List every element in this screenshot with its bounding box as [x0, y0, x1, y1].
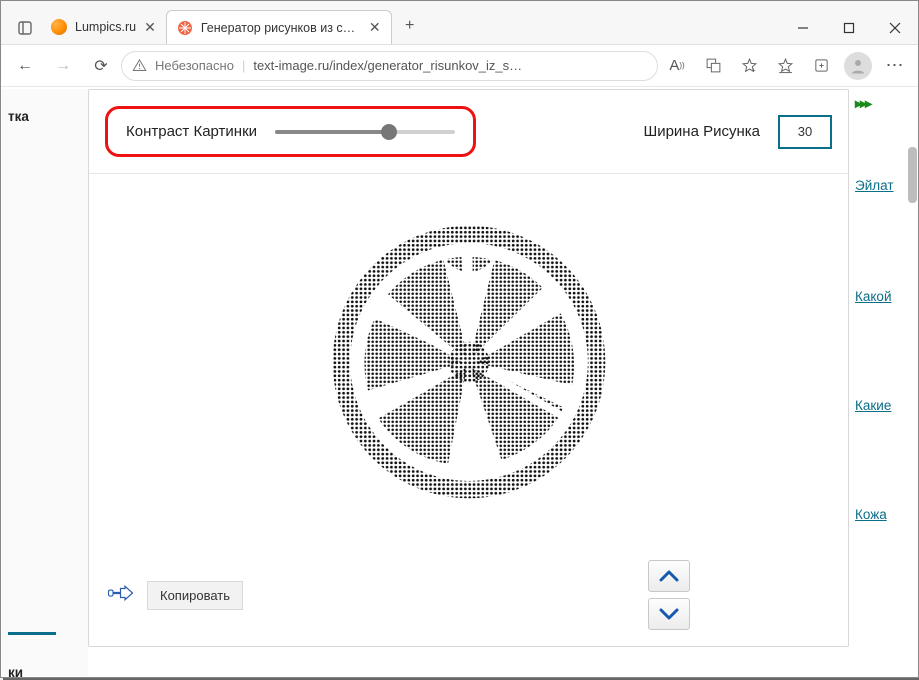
width-input[interactable]	[778, 115, 832, 149]
scroll-down-button[interactable]	[648, 598, 690, 630]
contrast-highlight: Контраст Картинки	[105, 106, 476, 157]
favicon-textimage-icon	[177, 20, 193, 36]
profile-button[interactable]	[844, 52, 872, 80]
tab-label: Генератор рисунков из символ	[201, 21, 361, 35]
tab-label: Lumpics.ru	[75, 20, 136, 34]
window-maximize-button[interactable]	[826, 12, 872, 44]
side-link[interactable]: Какой	[855, 289, 915, 304]
ascii-output	[89, 174, 848, 554]
ascii-art-image	[324, 217, 614, 512]
tabs-collapse-button[interactable]	[9, 12, 41, 44]
read-aloud-button[interactable]: A))	[660, 50, 694, 82]
browser-titlebar: Lumpics.ru ✕ Генератор рисунков из симво…	[1, 1, 918, 45]
menu-button[interactable]: ⋯	[878, 50, 912, 82]
browser-tab-lumpics[interactable]: Lumpics.ru ✕	[41, 10, 166, 44]
scroll-up-button[interactable]	[648, 560, 690, 592]
nav-refresh-button[interactable]: ⟳	[83, 50, 119, 82]
nav-forward-button[interactable]: →	[45, 50, 81, 82]
favorites-button[interactable]	[768, 50, 802, 82]
favicon-lumpics-icon	[51, 19, 67, 35]
close-icon[interactable]: ✕	[369, 19, 381, 36]
sidebar-divider	[8, 632, 56, 635]
collections-button[interactable]	[804, 50, 838, 82]
favorites-star-button[interactable]: +	[732, 50, 766, 82]
slider-thumb[interactable]	[381, 124, 397, 140]
contrast-slider[interactable]	[275, 127, 455, 137]
new-tab-button[interactable]: +	[396, 12, 424, 40]
window-minimize-button[interactable]	[780, 12, 826, 44]
pointer-hand-icon	[107, 583, 137, 608]
warning-icon	[132, 58, 147, 73]
chevrons-icon: ▸▸▸	[855, 95, 915, 112]
nav-back-button[interactable]: ←	[7, 50, 43, 82]
close-icon[interactable]: ✕	[144, 19, 156, 36]
browser-tab-generator[interactable]: Генератор рисунков из символ ✕	[166, 10, 392, 44]
svg-text:+: +	[751, 67, 755, 74]
generator-panel: Контраст Картинки Ширина Рисунка	[88, 89, 849, 647]
url-input[interactable]: Небезопасно | text-image.ru/index/genera…	[121, 51, 658, 81]
translate-button[interactable]	[696, 50, 730, 82]
security-label: Небезопасно	[155, 58, 234, 73]
left-sidebar: тка ки	[2, 89, 88, 676]
side-link[interactable]: Кожа	[855, 507, 915, 522]
copy-button[interactable]: Копировать	[147, 581, 243, 610]
sidebar-fragment: тка	[8, 109, 82, 124]
right-sidebar: ▸▸▸ Эйлат Какой Какие Кожа	[853, 89, 917, 676]
side-link[interactable]: Какие	[855, 398, 915, 413]
width-label: Ширина Рисунка	[643, 123, 760, 140]
side-link[interactable]: Эйлат	[855, 178, 915, 193]
address-bar: ← → ⟳ Небезопасно | text-image.ru/index/…	[1, 45, 918, 87]
scrollbar-thumb[interactable]	[908, 147, 917, 203]
contrast-label: Контраст Картинки	[126, 123, 257, 140]
window-close-button[interactable]	[872, 12, 918, 44]
url-text: text-image.ru/index/generator_risunkov_i…	[253, 58, 522, 73]
